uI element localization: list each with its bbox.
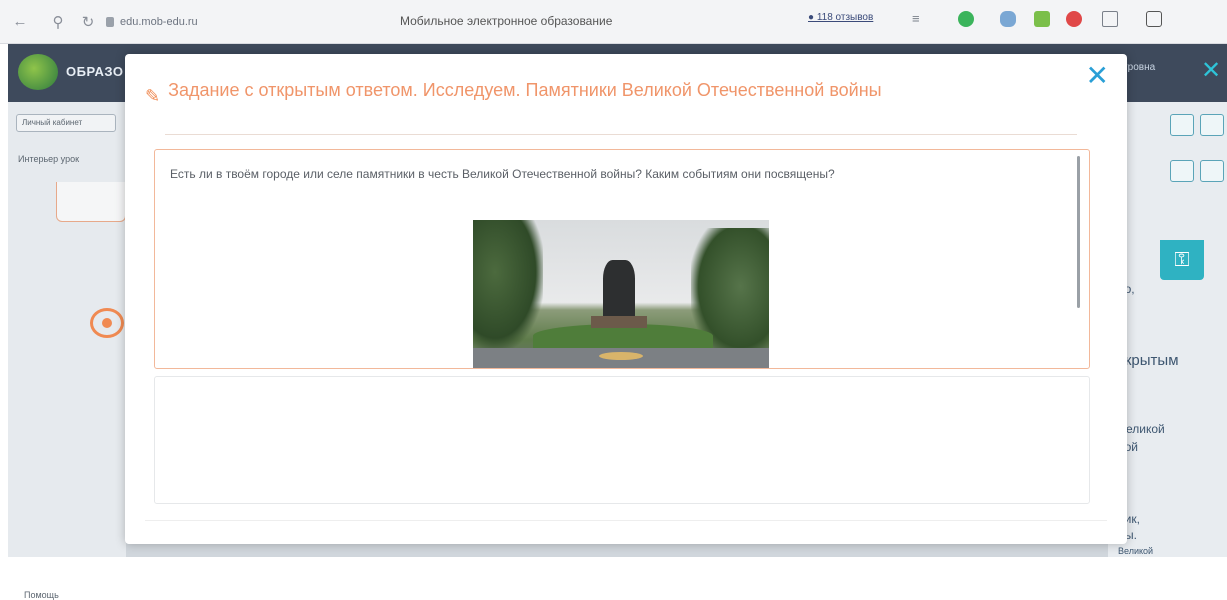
logo-icon [18,54,58,90]
reviews-link[interactable]: ● 118 отзывов [808,12,873,23]
cloud-icon[interactable] [1000,11,1016,27]
tool-button-3[interactable] [1170,160,1194,182]
eternal-flame [599,352,643,360]
right-text-8: Великой [1118,546,1154,556]
monument-pedestal [591,316,647,328]
task-question: Есть ли в твоём городе или селе памятник… [170,167,835,181]
url-text: edu.mob-edu.ru [120,15,198,28]
tool-button-4[interactable] [1200,160,1224,182]
tool-button-2[interactable] [1200,114,1224,136]
monument-photo [473,220,769,368]
tool-button-1[interactable] [1170,114,1194,136]
task-panel: Есть ли в твоём городе или селе памятник… [154,149,1090,369]
pencil-icon: ✎ [145,86,161,106]
task-modal: ✕ ✎ Задание с открытым ответом. Исследуе… [125,54,1127,544]
footer-divider [145,520,1107,521]
modal-title: Задание с открытым ответом. Исследуем. П… [168,80,882,100]
tree-left [473,220,543,350]
site-brand: ОБРАЗО [66,64,124,79]
lock-icon [106,16,114,27]
divider [165,134,1077,135]
shield-icon[interactable] [958,11,974,27]
right-text-3: ткрытым [1118,352,1179,369]
key-icon[interactable]: ⚿ [1160,240,1204,280]
user-name: гровна [1124,62,1156,73]
cabinet-chip[interactable]: Личный кабинет [16,114,116,132]
address-bar[interactable]: edu.mob-edu.ru [106,16,198,28]
page-title: Мобильное электронное образование [400,14,613,28]
answer-field[interactable] [154,376,1090,504]
lesson-item[interactable]: Интерьер урок [18,154,79,164]
left-card [56,182,126,222]
window-icon[interactable] [1102,11,1118,27]
profile-icon[interactable] [1146,11,1162,27]
reader-icon[interactable]: ≡ [912,11,928,27]
help-link[interactable]: Помощь [24,590,59,600]
site-close-icon[interactable]: ✕ [1201,56,1221,85]
modal-header: ✎ Задание с открытым ответом. Исследуем.… [145,78,1077,107]
reload-icon[interactable]: ↻ [76,13,100,31]
left-panel: Личный кабинет Интерьер урок Помощь [8,102,126,600]
eye-icon[interactable] [90,308,124,338]
back-icon[interactable]: ← [8,13,32,30]
download-icon[interactable] [1034,11,1050,27]
bookmark-icon[interactable]: ⚲ [46,13,70,31]
scrollbar[interactable] [1077,156,1080,308]
record-icon[interactable] [1066,11,1082,27]
monument-statue [603,260,635,322]
close-icon[interactable]: ✕ [1086,62,1109,90]
